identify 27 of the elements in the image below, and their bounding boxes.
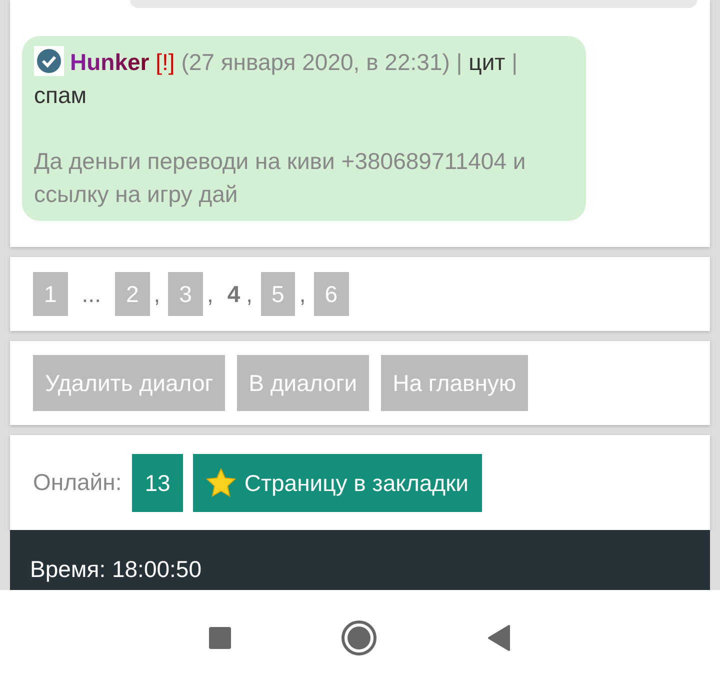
separator-text: ...: [82, 280, 101, 309]
report-link[interactable]: [!]: [156, 49, 175, 75]
separator-text: ,: [246, 280, 253, 309]
action-button[interactable]: В диалоги: [236, 355, 370, 411]
spam-link[interactable]: спам: [34, 82, 87, 108]
separator-text: ,: [206, 280, 214, 309]
home-icon[interactable]: [341, 620, 377, 656]
page-link[interactable]: 6: [314, 272, 349, 316]
message-text: Да деньги переводи на киви +380689711404 и ссылку на игру дай: [34, 147, 527, 209]
time-text: Время: 18:00:50: [30, 556, 202, 582]
page-link[interactable]: 4: [227, 276, 240, 312]
page-link[interactable]: 1: [33, 272, 68, 316]
separator-text: ,: [154, 280, 160, 309]
separator-text: ,: [299, 280, 306, 309]
online-label: Онлайн:: [33, 468, 122, 498]
page-link[interactable]: 3: [168, 272, 203, 316]
action-button[interactable]: Удалить диалог: [33, 355, 226, 411]
star-icon: [206, 468, 236, 497]
verified-icon: [34, 46, 64, 76]
online-count[interactable]: 13: [132, 454, 184, 512]
action-button[interactable]: На главную: [380, 355, 528, 411]
back-icon[interactable]: [487, 625, 511, 651]
page-link[interactable]: 5: [260, 272, 296, 316]
message-header: Hunker [!] (27 января 2020, в 22:31) | цит | спам: [34, 46, 574, 112]
page-link[interactable]: 2: [114, 272, 150, 316]
quote-link[interactable]: цит: [468, 49, 506, 75]
bookmark-button[interactable]: Страницу в закладки: [193, 454, 482, 512]
